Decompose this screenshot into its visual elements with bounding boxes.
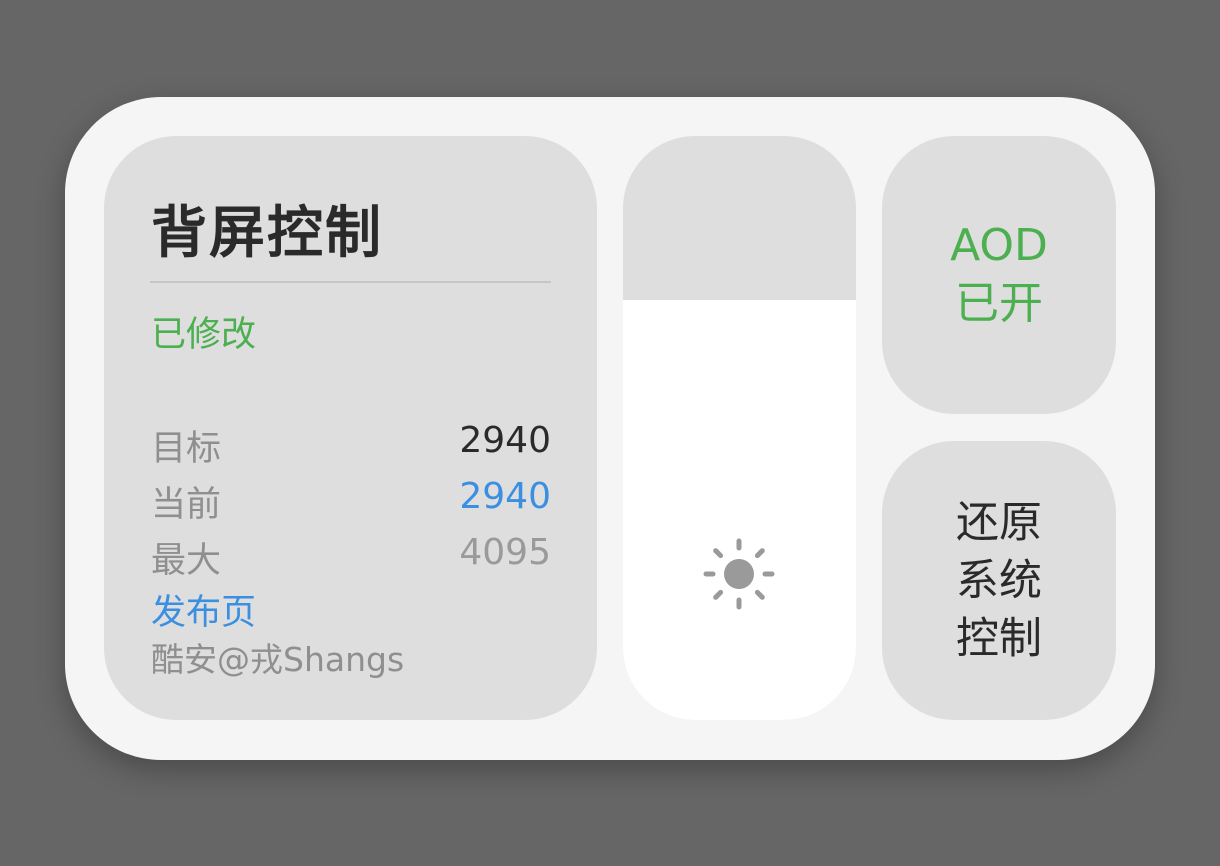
max-value: 4095: [459, 532, 551, 573]
sun-icon: [703, 538, 775, 610]
current-label: 当前: [151, 485, 222, 525]
aod-toggle-button[interactable]: AOD 已开: [882, 136, 1116, 414]
current-value: 2940: [459, 476, 551, 517]
max-label: 最大: [151, 541, 222, 581]
restore-button-label: 还原 系统 控制: [956, 497, 1042, 664]
restore-system-control-button[interactable]: 还原 系统 控制: [882, 441, 1116, 720]
back-screen-control-widget: 背屏控制 已修改 目标 2940 当前 2940 最大 4095 发布页 酷安@…: [65, 97, 1155, 760]
current-row: 当前 2940: [151, 476, 551, 525]
info-panel: 背屏控制 已修改 目标 2940 当前 2940 最大 4095 发布页 酷安@…: [104, 136, 597, 720]
target-value: 2940: [459, 420, 551, 461]
title-divider: [150, 281, 551, 283]
target-row: 目标 2940: [151, 420, 551, 469]
panel-title: 背屏控制: [151, 201, 383, 266]
target-label: 目标: [151, 429, 222, 469]
max-row: 最大 4095: [151, 532, 551, 581]
release-page-link[interactable]: 发布页: [151, 584, 256, 635]
status-text: 已修改: [151, 315, 257, 355]
brightness-slider[interactable]: [623, 136, 856, 720]
aod-button-label: AOD 已开: [950, 220, 1048, 329]
brightness-slider-fill: [623, 299, 856, 720]
author-credit: 酷安@戎Shangs: [151, 640, 405, 679]
